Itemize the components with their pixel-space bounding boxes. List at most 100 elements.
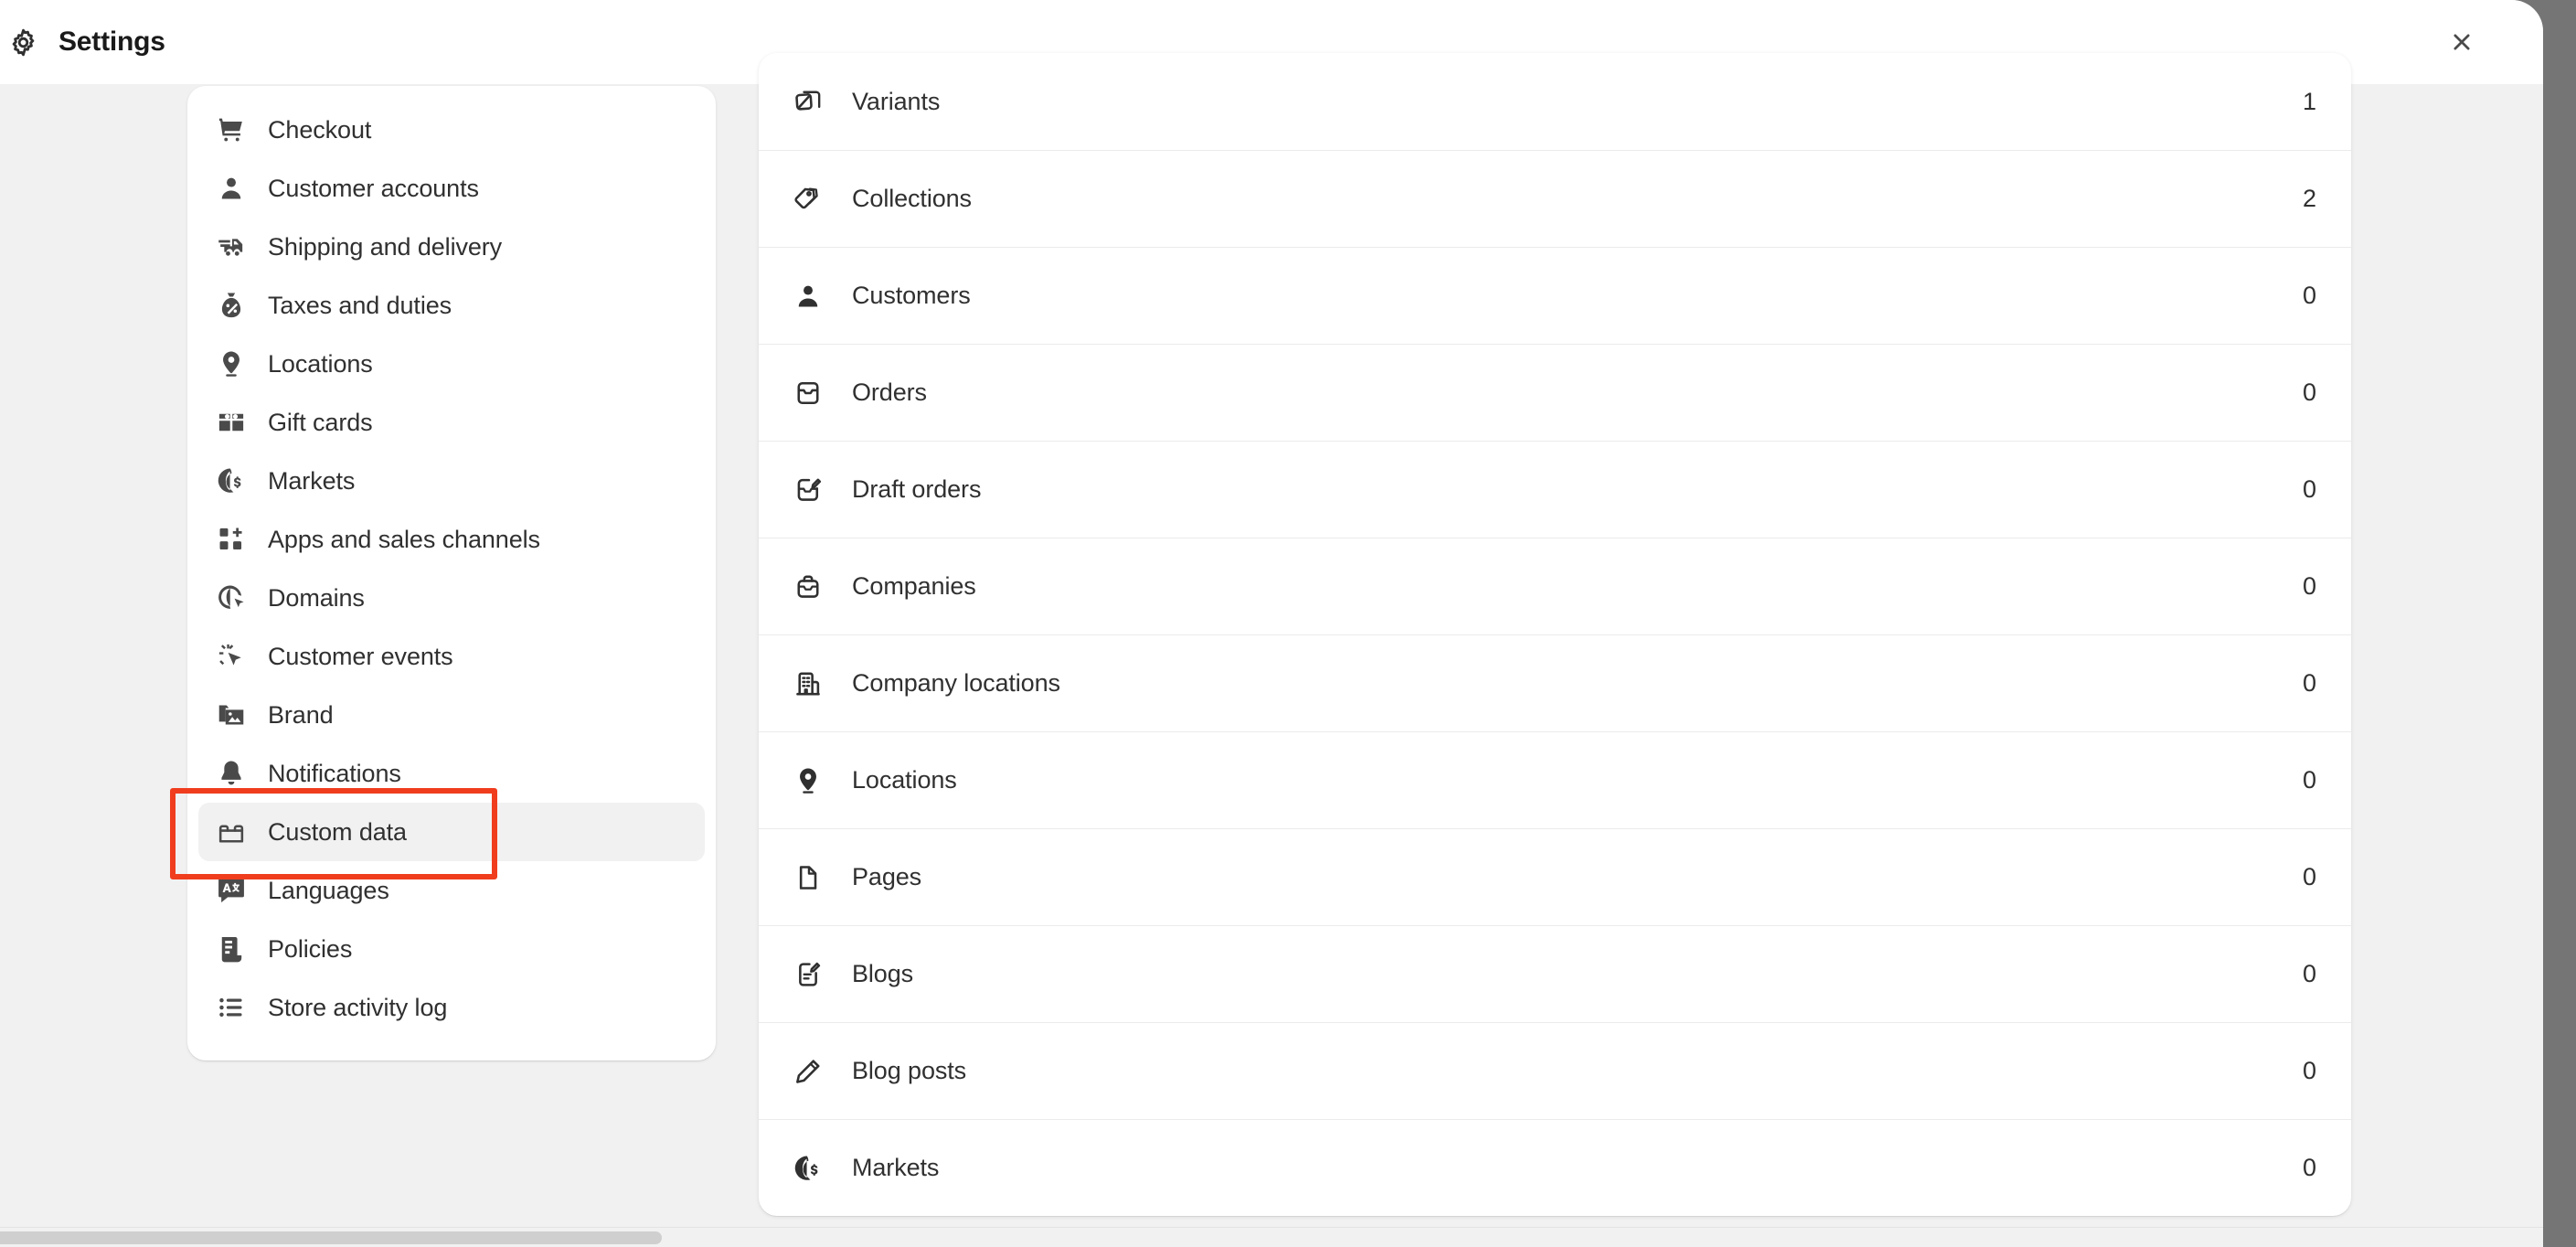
sidebar-item-label: Taxes and duties (268, 293, 452, 318)
resource-count: 0 (2303, 865, 2316, 890)
globe-dollar-icon (793, 1154, 823, 1183)
delivery-truck-icon (217, 232, 246, 261)
resource-label: Company locations (852, 671, 2303, 696)
draft-order-edit-icon (793, 475, 823, 505)
sidebar-item-label: Notifications (268, 762, 401, 786)
apps-plus-icon (217, 525, 246, 554)
table-row[interactable]: Customers0 (759, 247, 2351, 344)
table-row[interactable]: Variants1 (759, 53, 2351, 150)
table-row[interactable]: Markets0 (759, 1119, 2351, 1216)
table-row[interactable]: Company locations0 (759, 634, 2351, 731)
cart-icon (217, 115, 246, 144)
sidebar-item-label: Gift cards (268, 410, 373, 435)
gear-icon (8, 27, 38, 58)
resource-label: Collections (852, 187, 2303, 211)
bell-icon (217, 759, 246, 788)
sidebar-item-checkout[interactable]: Checkout (198, 101, 705, 159)
table-row[interactable]: Companies0 (759, 538, 2351, 634)
resource-label: Blog posts (852, 1059, 2303, 1083)
resource-count: 0 (2303, 283, 2316, 308)
sidebar-item-domains[interactable]: Domains (198, 569, 705, 627)
resource-count: 0 (2303, 477, 2316, 502)
sidebar-item-label: Domains (268, 586, 365, 611)
resource-label: Orders (852, 380, 2303, 405)
horizontal-scrollbar-thumb[interactable] (0, 1231, 662, 1244)
pencil-icon (793, 1057, 823, 1086)
money-bag-percent-icon (217, 291, 246, 320)
globe-dollar-icon (217, 466, 246, 496)
sidebar-item-label: Customer accounts (268, 176, 479, 201)
sidebar-item-shipping-and-delivery[interactable]: Shipping and delivery (198, 218, 705, 276)
resource-label: Variants (852, 90, 2303, 114)
sidebar-item-label: Apps and sales channels (268, 528, 540, 552)
table-row[interactable]: Blog posts0 (759, 1022, 2351, 1119)
sidebar-item-label: Shipping and delivery (268, 235, 502, 260)
sidebar-item-store-activity-log[interactable]: Store activity log (198, 978, 705, 1037)
sidebar-item-customer-accounts[interactable]: Customer accounts (198, 159, 705, 218)
horizontal-scrollbar[interactable] (0, 1227, 2543, 1247)
metafields-icon (217, 817, 246, 847)
sidebar-item-gift-cards[interactable]: Gift cards (198, 393, 705, 452)
sidebar-item-customer-events[interactable]: Customer events (198, 627, 705, 686)
custom-data-resource-list: Variants1Collections2Customers0Orders0Dr… (759, 53, 2351, 1216)
orders-inbox-icon (793, 378, 823, 408)
blog-edit-icon (793, 960, 823, 989)
resource-count: 0 (2303, 768, 2316, 793)
resource-count: 0 (2303, 1059, 2316, 1083)
globe-cursor-icon (217, 583, 246, 613)
resource-count: 0 (2303, 962, 2316, 986)
table-row[interactable]: Blogs0 (759, 925, 2351, 1022)
briefcase-icon (793, 572, 823, 602)
sidebar-item-label: Custom data (268, 820, 407, 845)
person-icon (217, 174, 246, 203)
table-row[interactable]: Orders0 (759, 344, 2351, 441)
sidebar-item-label: Markets (268, 469, 355, 494)
settings-modal: Settings Checkout Customer accounts Shippi… (0, 0, 2543, 1247)
page-title: Settings (59, 28, 165, 56)
header-title-group: Settings (8, 0, 165, 84)
collection-tag-icon (793, 185, 823, 214)
sidebar-item-label: Brand (268, 703, 334, 728)
resource-count: 1 (2303, 90, 2316, 114)
resource-label: Locations (852, 768, 2303, 793)
sidebar-item-apps-and-sales-channels[interactable]: Apps and sales channels (198, 510, 705, 569)
resource-label: Pages (852, 865, 2303, 890)
close-button[interactable] (2437, 17, 2486, 67)
sidebar-item-custom-data[interactable]: Custom data (198, 803, 705, 861)
resource-label: Markets (852, 1156, 2303, 1180)
location-pin-icon (793, 766, 823, 795)
translate-icon (217, 876, 246, 905)
sidebar-item-languages[interactable]: Languages (198, 861, 705, 920)
resource-label: Customers (852, 283, 2303, 308)
close-icon (2450, 30, 2474, 54)
image-folder-icon (217, 700, 246, 730)
table-row[interactable]: Draft orders0 (759, 441, 2351, 538)
table-row[interactable]: Locations0 (759, 731, 2351, 828)
table-row[interactable]: Pages0 (759, 828, 2351, 925)
resource-count: 0 (2303, 574, 2316, 599)
resource-count: 0 (2303, 671, 2316, 696)
sidebar-item-policies[interactable]: Policies (198, 920, 705, 978)
sidebar-item-markets[interactable]: Markets (198, 452, 705, 510)
sidebar-item-locations[interactable]: Locations (198, 335, 705, 393)
resource-label: Companies (852, 574, 2303, 599)
building-icon (793, 669, 823, 698)
resource-label: Draft orders (852, 477, 2303, 502)
resource-count: 0 (2303, 380, 2316, 405)
cursor-click-icon (217, 642, 246, 671)
sidebar-item-label: Locations (268, 352, 373, 377)
resource-count: 2 (2303, 187, 2316, 211)
variants-icon (793, 87, 823, 116)
sidebar-item-label: Languages (268, 879, 389, 903)
table-row[interactable]: Collections2 (759, 150, 2351, 247)
modal-body: Checkout Customer accounts Shipping and de… (0, 84, 2543, 1192)
sidebar-item-taxes-and-duties[interactable]: Taxes and duties (198, 276, 705, 335)
person-icon (793, 282, 823, 311)
sidebar-item-label: Store activity log (268, 996, 447, 1020)
policy-document-icon (217, 934, 246, 964)
sidebar-item-notifications[interactable]: Notifications (198, 744, 705, 803)
sidebar-item-label: Customer events (268, 645, 453, 669)
sidebar-item-label: Policies (268, 937, 352, 962)
resource-label: Blogs (852, 962, 2303, 986)
sidebar-item-brand[interactable]: Brand (198, 686, 705, 744)
